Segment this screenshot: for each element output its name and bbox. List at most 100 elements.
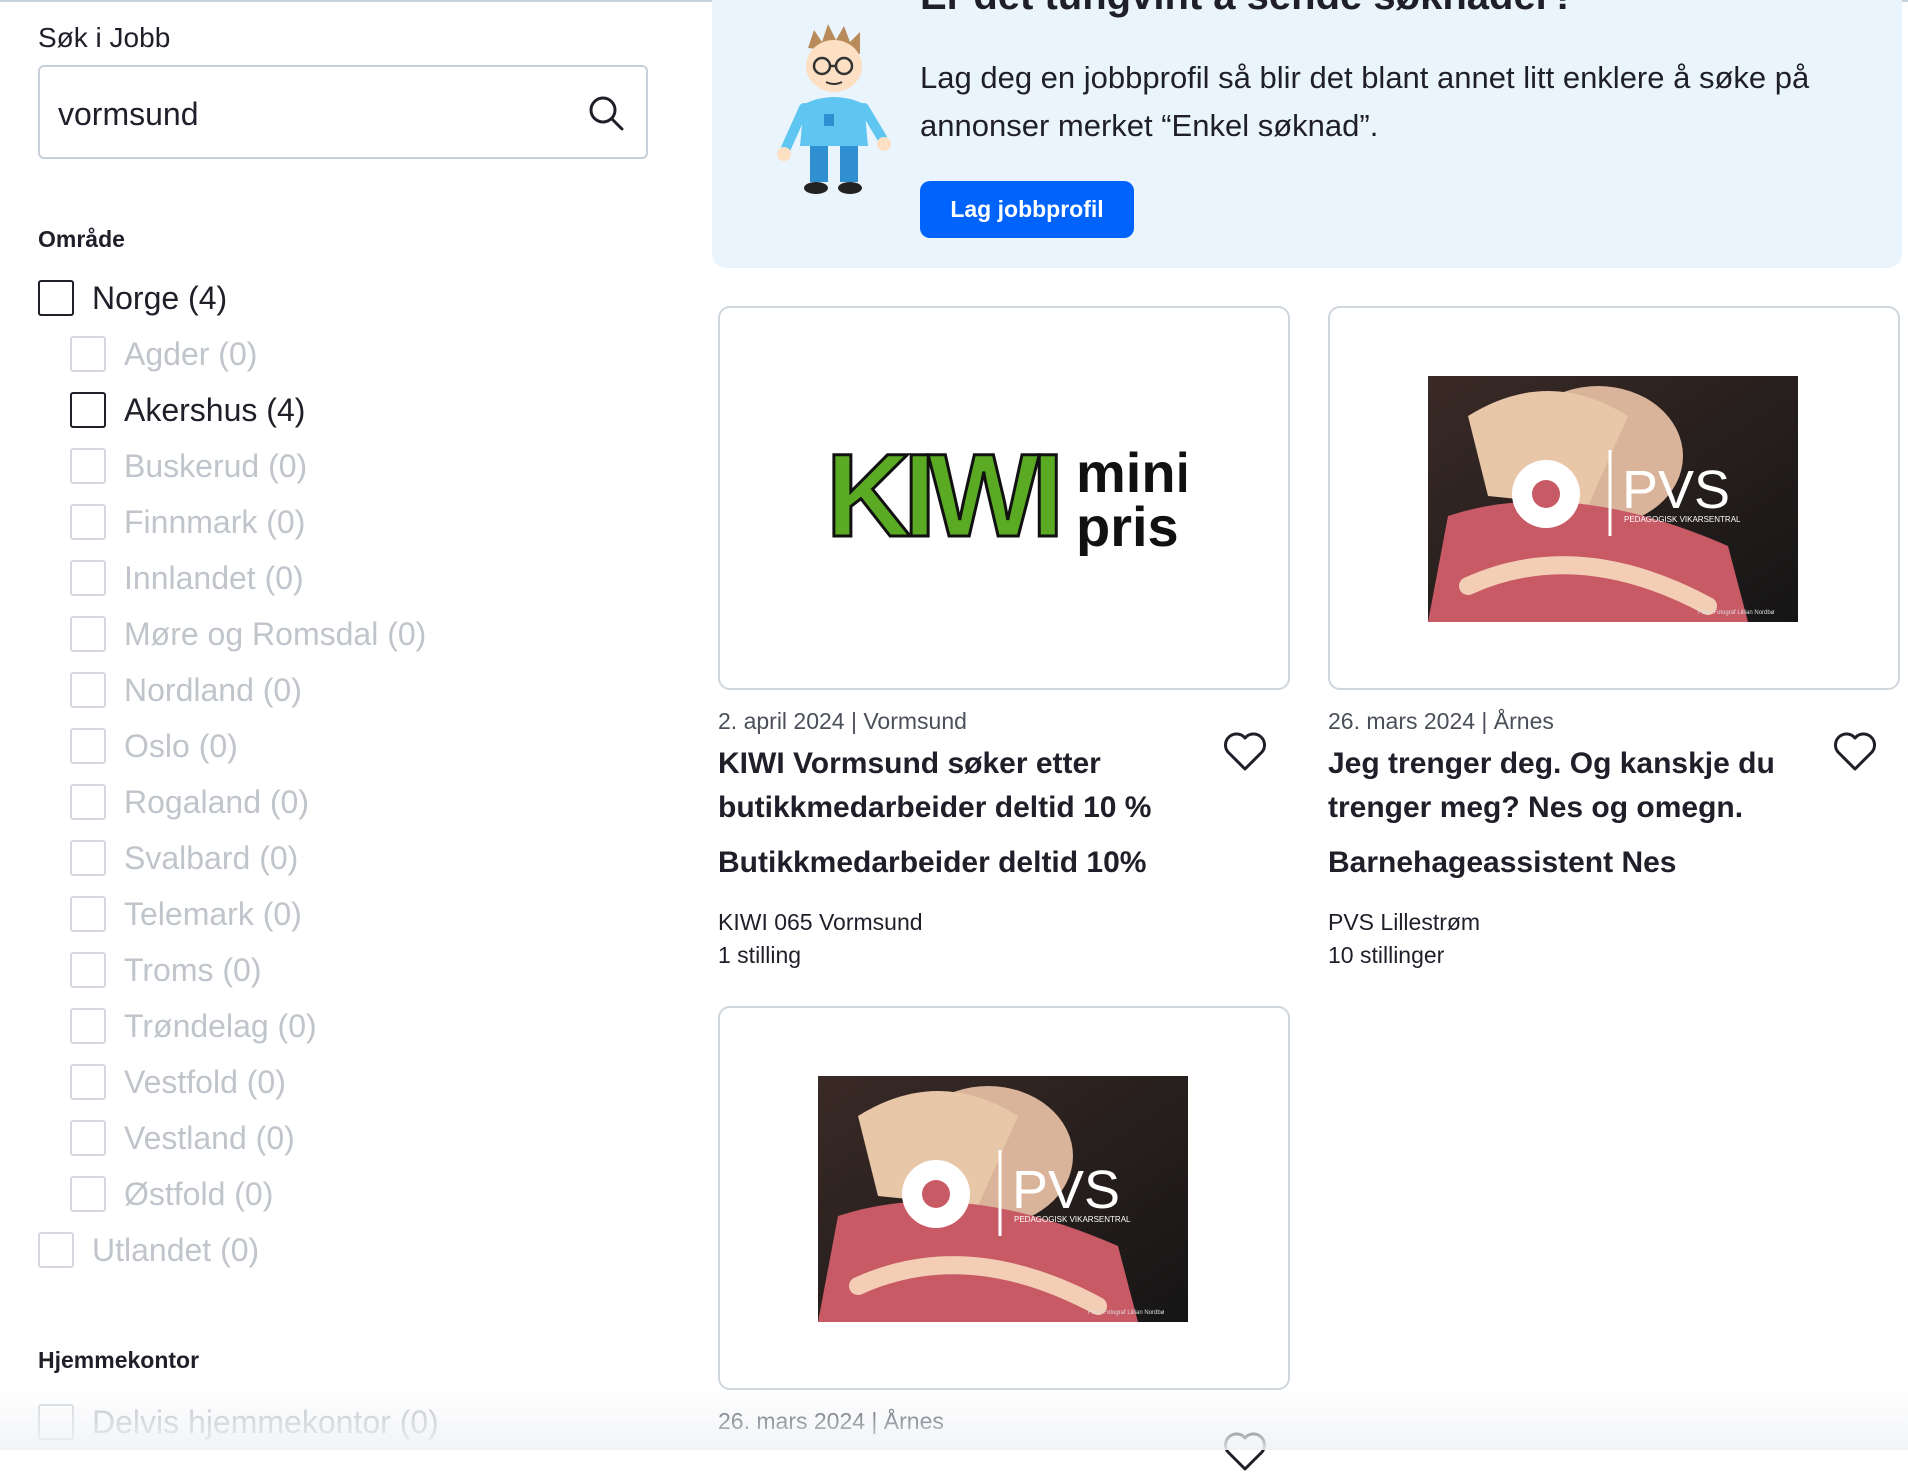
mascot-illustration: [777, 24, 891, 194]
homeoffice-section-title: Hjemmekontor: [38, 1347, 200, 1373]
checkbox[interactable]: [70, 896, 106, 932]
checkbox[interactable]: [38, 1404, 74, 1440]
filter-label: Agder (0): [124, 335, 258, 372]
checkbox[interactable]: [70, 336, 106, 372]
card-company: PVS Lillestrøm: [1328, 909, 1481, 935]
logo-line-2: pris: [1076, 495, 1179, 556]
checkbox[interactable]: [70, 1064, 106, 1100]
checkbox[interactable]: [70, 560, 106, 596]
checkbox[interactable]: [70, 784, 106, 820]
filter-label: Finnmark (0): [124, 503, 306, 540]
checkbox[interactable]: [70, 1120, 106, 1156]
filter-label: Oslo (0): [124, 727, 238, 764]
filter-rogaland[interactable]: Rogaland (0): [70, 780, 309, 824]
job-profile-banner: Er det tungvint å sende søknader? Lag de…: [712, 0, 1902, 268]
kiwi-minipris-logo: KIWI mini pris: [826, 436, 1186, 556]
card-image[interactable]: PVS PEDAGOGISK VIKARSENTRAL Foto: Fotogr…: [718, 1006, 1290, 1390]
checkbox[interactable]: [38, 1232, 74, 1268]
filter-label: Innlandet (0): [124, 559, 304, 596]
filter-buskerud[interactable]: Buskerud (0): [70, 444, 307, 488]
filter-label: Norge (4): [92, 279, 228, 316]
checkbox[interactable]: [70, 672, 106, 708]
card-count: 10 stillinger: [1328, 942, 1445, 968]
checkbox[interactable]: [70, 840, 106, 876]
filter-label: Troms (0): [124, 951, 262, 988]
card-meta: 2. april 2024 | Vormsund: [718, 708, 967, 734]
filter-vestland[interactable]: Vestland (0): [70, 1116, 295, 1160]
filter-label: Rogaland (0): [124, 783, 309, 820]
card-image[interactable]: PVS PEDAGOGISK VIKARSENTRAL Foto: Fotogr…: [1328, 306, 1900, 690]
area-section-title: Område: [38, 226, 125, 252]
filter-ostfold[interactable]: Østfold (0): [70, 1172, 273, 1216]
job-card[interactable]: KIWI mini pris 2. april 2024 | Vormsund …: [718, 306, 1290, 968]
search-box[interactable]: [38, 65, 648, 159]
card-subtitle: Barnehageassistent Nes: [1328, 846, 1677, 879]
filter-agder[interactable]: Agder (0): [70, 332, 257, 376]
pvs-photo: PVS PEDAGOGISK VIKARSENTRAL Foto: Fotogr…: [818, 1076, 1188, 1322]
checkbox[interactable]: [70, 504, 106, 540]
pvs-tagline: PEDAGOGISK VIKARSENTRAL: [1014, 1215, 1131, 1224]
filter-trondelag[interactable]: Trøndelag (0): [70, 1004, 317, 1048]
filter-label: Delvis hjemmekontor (0): [92, 1403, 439, 1440]
filter-utlandet[interactable]: Utlandet (0): [38, 1228, 259, 1272]
filter-akershus[interactable]: Akershus (4): [70, 388, 305, 432]
filter-label: Trøndelag (0): [124, 1007, 317, 1044]
filter-troms[interactable]: Troms (0): [70, 948, 261, 992]
checkbox[interactable]: [70, 616, 106, 652]
search-label: Søk i Jobb: [38, 22, 171, 53]
card-image[interactable]: KIWI mini pris: [718, 306, 1290, 690]
filter-svalbard[interactable]: Svalbard (0): [70, 836, 298, 880]
filter-oslo[interactable]: Oslo (0): [70, 724, 238, 768]
checkbox[interactable]: [70, 392, 106, 428]
card-meta: 26. mars 2024 | Årnes: [1328, 708, 1554, 734]
filter-more-og-romsdal[interactable]: Møre og Romsdal (0): [70, 612, 426, 656]
photo-credit: Foto: Fotograf Lillian Nordbø: [1698, 610, 1775, 616]
favorite-heart-icon[interactable]: [1222, 730, 1268, 772]
checkbox[interactable]: [38, 280, 74, 316]
job-card[interactable]: PVS PEDAGOGISK VIKARSENTRAL Foto: Fotogr…: [1328, 306, 1900, 968]
pvs-name: PVS: [1012, 1160, 1120, 1220]
filter-innlandet[interactable]: Innlandet (0): [70, 556, 304, 600]
filter-norge[interactable]: Norge (4): [38, 276, 227, 320]
photo-credit: Foto: Fotograf Lillian Nordbø: [1088, 1310, 1165, 1316]
filter-label: Telemark (0): [124, 895, 302, 932]
favorite-heart-icon[interactable]: [1222, 1430, 1268, 1472]
kiwi-word: KIWI: [826, 436, 1056, 556]
filter-label: Buskerud (0): [124, 447, 308, 484]
filter-label: Østfold (0): [124, 1175, 274, 1212]
filter-sidebar: Søk i Jobb Område Norge (4) Agder (0) Ak…: [38, 0, 678, 1450]
pvs-name: PVS: [1622, 460, 1730, 520]
create-job-profile-button[interactable]: Lag jobbprofil: [920, 181, 1134, 238]
search-icon[interactable]: [586, 93, 626, 133]
filter-delvis-hjemmekontor[interactable]: Delvis hjemmekontor (0): [38, 1400, 439, 1444]
filter-label: Utlandet (0): [92, 1231, 260, 1268]
filter-label: Svalbard (0): [124, 839, 299, 876]
checkbox[interactable]: [70, 1008, 106, 1044]
filter-label: Nordland (0): [124, 671, 302, 708]
checkbox[interactable]: [70, 448, 106, 484]
banner-title: Er det tungvint å sende søknader?: [920, 0, 1576, 19]
banner-text: Lag deg en jobbprofil så blir det blant …: [920, 60, 1810, 143]
job-card[interactable]: PVS PEDAGOGISK VIKARSENTRAL Foto: Fotogr…: [718, 1006, 1290, 1471]
card-meta: 26. mars 2024 | Årnes: [718, 1408, 944, 1434]
card-title[interactable]: KIWI Vormsund søker etter butikkmedarbei…: [718, 742, 1188, 830]
pvs-tagline: PEDAGOGISK VIKARSENTRAL: [1624, 515, 1741, 524]
checkbox[interactable]: [70, 1176, 106, 1212]
checkbox[interactable]: [70, 952, 106, 988]
pvs-photo: PVS PEDAGOGISK VIKARSENTRAL Foto: Fotogr…: [1428, 376, 1798, 622]
card-subtitle: Butikkmedarbeider deltid 10%: [718, 846, 1147, 879]
card-title[interactable]: Jeg trenger deg. Og kanskje du trenger m…: [1328, 742, 1798, 830]
filter-nordland[interactable]: Nordland (0): [70, 668, 302, 712]
filter-label: Akershus (4): [124, 391, 306, 428]
filter-vestfold[interactable]: Vestfold (0): [70, 1060, 286, 1104]
filter-label: Vestland (0): [124, 1119, 295, 1156]
search-input[interactable]: [56, 87, 580, 141]
favorite-heart-icon[interactable]: [1832, 730, 1878, 772]
filter-label: Vestfold (0): [124, 1063, 286, 1100]
checkbox[interactable]: [70, 728, 106, 764]
card-count: 1 stilling: [718, 942, 802, 968]
card-company: KIWI 065 Vormsund: [718, 909, 923, 935]
filter-label: Møre og Romsdal (0): [124, 615, 427, 652]
filter-telemark[interactable]: Telemark (0): [70, 892, 302, 936]
filter-finnmark[interactable]: Finnmark (0): [70, 500, 305, 544]
